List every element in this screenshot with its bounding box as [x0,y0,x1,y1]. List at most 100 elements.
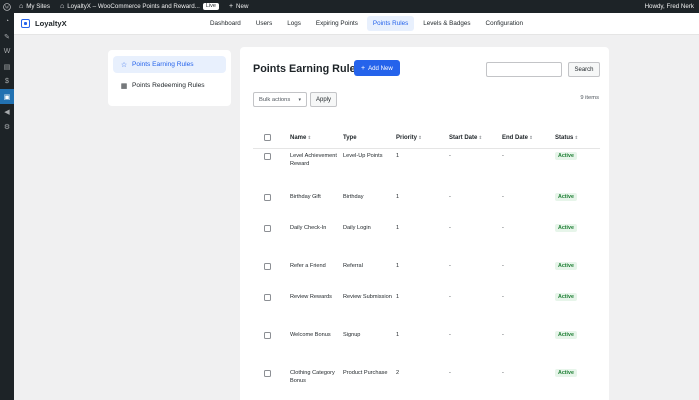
row-checkbox[interactable] [264,225,271,232]
column-name[interactable]: Name⇕ [290,135,343,141]
table-row: Welcome Bonus Signup 1 - - Active [253,331,600,369]
star-icon: ☆ [120,61,128,69]
bulk-actions-label: Bulk actions [259,96,291,103]
plugin-top-nav: LoyaltyX Dashboard Users Logs Expiring P… [14,13,699,35]
search-input[interactable] [486,62,562,77]
tab-expiring-points[interactable]: Expiring Points [310,16,364,31]
status-badge: Active [555,262,577,270]
rule-type: Product Purchase [343,370,388,376]
payments-menu-icon[interactable]: $ [0,74,14,89]
tab-levels-badges[interactable]: Levels & Badges [417,16,476,31]
dashboard-menu-icon[interactable]: ◔ [0,14,14,29]
item-count: 9 items [580,95,599,101]
column-priority[interactable]: Priority⇕ [396,135,449,141]
rule-end-date: - [502,194,504,200]
rule-priority: 1 [396,332,400,338]
column-start-date[interactable]: Start Date⇕ [449,135,502,141]
rule-name[interactable]: Refer a Friend [290,262,343,270]
chevron-down-icon: ▾ [298,96,301,103]
status-badge: Active [555,152,577,160]
rule-end-date: - [502,225,504,231]
plus-icon: + [228,3,234,10]
site-name-menu[interactable]: ⌂ LoyaltyX – WooCommerce Points and Rewa… [55,0,224,13]
loyaltyx-menu-icon[interactable]: ▣ [0,89,14,104]
rule-start-date: - [449,194,451,200]
main-panel: Points Earning Rules + Add New Search Bu… [240,47,609,400]
table-row: Clothing Category Bonus Product Purchase… [253,369,600,400]
row-checkbox[interactable] [264,194,271,201]
plus-icon: + [361,64,366,72]
status-badge: Active [555,331,577,339]
rule-start-date: - [449,225,451,231]
live-badge: Live [202,3,219,10]
table-row: Level Achievement Reward Level-Up Points… [253,149,600,193]
howdy-label: Howdy, Fred Nerk [644,3,694,10]
loyaltyx-logo-icon [21,19,30,28]
column-status[interactable]: Status⇕ [555,135,600,141]
row-checkbox[interactable] [264,153,271,160]
rule-name[interactable]: Clothing Category Bonus [290,369,343,385]
rule-end-date: - [502,370,504,376]
tab-logs[interactable]: Logs [281,16,307,31]
rule-name[interactable]: Daily Check-In [290,224,343,232]
rule-priority: 1 [396,153,400,159]
side-nav-points-redeeming-rules[interactable]: ▦ Points Redeeming Rules [113,77,226,94]
apply-button[interactable]: Apply [310,92,337,107]
settings-menu-icon[interactable]: ⚙ [0,119,14,134]
page-title: Points Earning Rules [253,63,362,75]
sort-icon: ⇕ [418,135,422,140]
status-badge: Active [555,293,577,301]
brand-name: LoyaltyX [35,19,67,28]
my-sites-menu[interactable]: ⌂ My Sites [14,0,55,13]
sort-icon: ⇕ [307,135,312,140]
tab-users[interactable]: Users [250,16,278,31]
column-type: Type [343,135,357,141]
rule-type: Referral [343,263,363,269]
rule-start-date: - [449,332,451,338]
row-checkbox[interactable] [264,332,271,339]
rule-start-date: - [449,153,451,159]
wordpress-logo-icon[interactable]: W [0,0,14,13]
column-end-date[interactable]: End Date⇕ [502,135,555,141]
status-badge: Active [555,224,577,232]
rule-type: Signup [343,332,361,338]
rule-name[interactable]: Level Achievement Reward [290,152,343,168]
rule-priority: 2 [396,370,400,376]
select-all-checkbox[interactable] [264,133,271,141]
status-badge: Active [555,193,577,201]
rule-type: Birthday [343,194,364,200]
side-nav-points-earning-rules[interactable]: ☆ Points Earning Rules [113,56,226,73]
rule-name[interactable]: Welcome Bonus [290,331,343,339]
tab-configuration[interactable]: Configuration [480,16,529,31]
table-row: Daily Check-In Daily Login 1 - - Active [253,224,600,262]
row-checkbox[interactable] [264,263,271,270]
bulk-actions-select[interactable]: Bulk actions ▾ [253,92,307,107]
pin-menu-icon[interactable]: ✎ [0,29,14,44]
tab-points-rules[interactable]: Points Rules [366,16,415,31]
search-button[interactable]: Search [568,62,600,77]
site-title: LoyaltyX – WooCommerce Points and Reward… [67,3,200,10]
rule-type: Daily Login [343,225,371,231]
brand[interactable]: LoyaltyX [21,19,204,28]
row-checkbox[interactable] [264,294,271,301]
rule-type: Level-Up Points [343,153,383,159]
sort-icon: ⇕ [478,135,483,140]
rule-start-date: - [449,294,451,300]
rule-name[interactable]: Review Rewards [290,293,343,301]
nav-tabs: Dashboard Users Logs Expiring Points Poi… [204,16,532,31]
new-content-menu[interactable]: + New [224,0,253,13]
my-sites-icon: ⌂ [19,3,24,10]
rule-priority: 1 [396,294,400,300]
rule-name[interactable]: Birthday Gift [290,193,343,201]
table-header: Name⇕ Type Priority⇕ Start Date⇕ End Dat… [253,128,600,149]
user-account-menu[interactable]: Howdy, Fred Nerk [640,0,699,13]
marketing-menu-icon[interactable]: ◀ [0,104,14,119]
products-menu-icon[interactable]: ▤ [0,59,14,74]
svg-text:W: W [5,4,10,9]
woocommerce-menu-icon[interactable]: W [0,44,14,59]
rule-start-date: - [449,263,451,269]
tab-dashboard[interactable]: Dashboard [204,16,247,31]
new-label: New [236,3,249,10]
add-new-button[interactable]: + Add New [354,60,400,76]
row-checkbox[interactable] [264,370,271,377]
